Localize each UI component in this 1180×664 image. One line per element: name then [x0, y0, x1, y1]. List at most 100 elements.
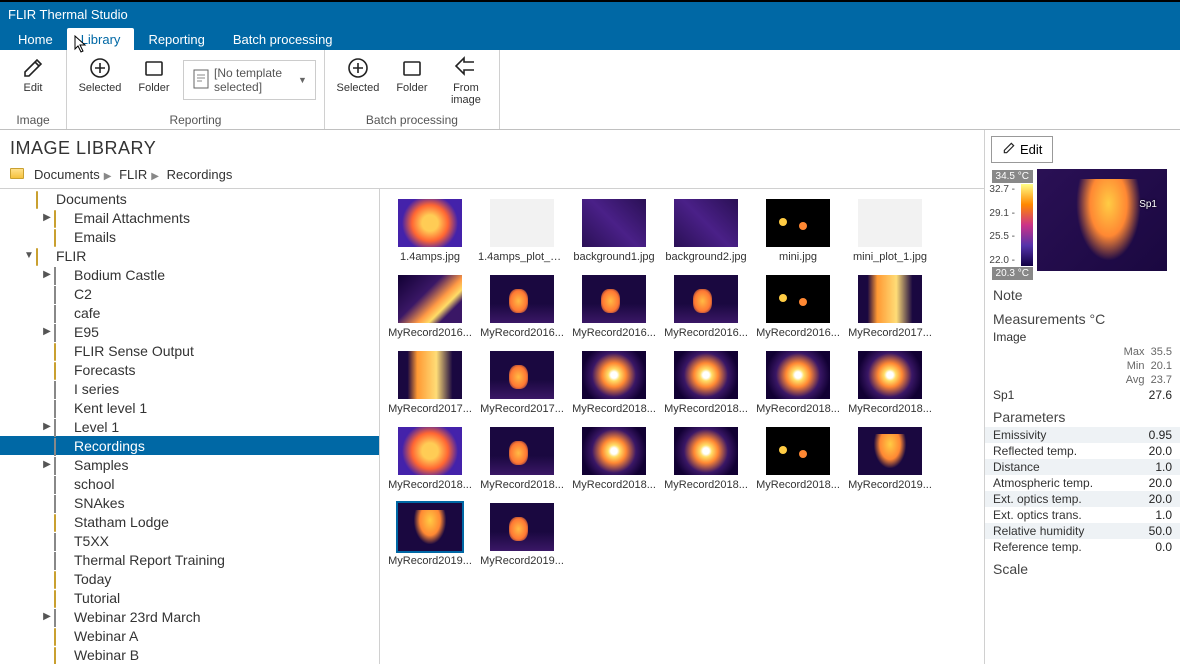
tree-item-label: SNAkes	[74, 495, 125, 511]
folder-icon	[54, 629, 70, 643]
thumbnail[interactable]: MyRecord2016...	[752, 275, 844, 339]
tree-item[interactable]: cafe	[0, 303, 379, 322]
thumbnail[interactable]: mini_plot_1.jpg	[844, 199, 936, 263]
thumbnail[interactable]: MyRecord2018...	[476, 427, 568, 491]
thumbnail[interactable]: MyRecord2016...	[476, 275, 568, 339]
tree-item[interactable]: school	[0, 474, 379, 493]
thumbnail-label: 1.4amps.jpg	[400, 251, 460, 263]
parameter-row: Reference temp.0.0	[985, 539, 1180, 555]
breadcrumb-segment[interactable]: FLIR	[119, 167, 147, 182]
thumbnail[interactable]: MyRecord2016...	[384, 275, 476, 339]
tree-item[interactable]: Kent level 1	[0, 398, 379, 417]
thumbnail[interactable]: MyRecord2018...	[660, 427, 752, 491]
template-selector[interactable]: [No template selected] ▼	[183, 60, 316, 100]
tab-home[interactable]: Home	[4, 28, 67, 50]
thermal-doc-icon	[54, 496, 70, 510]
parameter-value: 20.0	[1136, 476, 1172, 490]
tab-library[interactable]: Library	[67, 28, 135, 50]
tree-item[interactable]: Thermal Report Training	[0, 550, 379, 569]
thumbnail[interactable]: MyRecord2018...	[844, 351, 936, 415]
tree-item[interactable]: ▶Samples	[0, 455, 379, 474]
thumbnail-label: MyRecord2018...	[756, 479, 840, 491]
thumbnail-label: MyRecord2016...	[756, 327, 840, 339]
parameter-row: Reflected temp.20.0	[985, 443, 1180, 459]
thumbnail[interactable]: MyRecord2016...	[660, 275, 752, 339]
breadcrumb-separator: ▶	[151, 171, 159, 182]
expand-arrow-icon[interactable]: ▶	[40, 212, 54, 223]
tree-item[interactable]: ▼FLIR	[0, 246, 379, 265]
thumbnail[interactable]: MyRecord2017...	[476, 351, 568, 415]
folder-tree[interactable]: Documents▶Email AttachmentsEmails▼FLIR▶B…	[0, 189, 380, 664]
tab-reporting[interactable]: Reporting	[134, 28, 218, 50]
tree-item[interactable]: Tutorial	[0, 588, 379, 607]
thumbnail[interactable]: MyRecord2018...	[752, 351, 844, 415]
tree-item[interactable]: T5XX	[0, 531, 379, 550]
thumbnail[interactable]: MyRecord2017...	[844, 275, 936, 339]
parameter-value: 1.0	[1136, 508, 1172, 522]
tree-item[interactable]: SNAkes	[0, 493, 379, 512]
thumbnail-image	[490, 503, 554, 551]
thumbnail[interactable]: MyRecord2017...	[384, 351, 476, 415]
thumbnail[interactable]: background2.jpg	[660, 199, 752, 263]
thumbnail[interactable]: background1.jpg	[568, 199, 660, 263]
tree-item[interactable]: ▶Webinar 23rd March	[0, 607, 379, 626]
parameter-key: Relative humidity	[993, 524, 1084, 538]
thumbnail-image	[766, 199, 830, 247]
tree-item[interactable]: ▶E95	[0, 322, 379, 341]
thumbnail[interactable]: mini.jpg	[752, 199, 844, 263]
tree-item[interactable]: Statham Lodge	[0, 512, 379, 531]
thumbnail[interactable]: MyRecord2019...	[844, 427, 936, 491]
tree-item[interactable]: Recordings	[0, 436, 379, 455]
thumbnail[interactable]: 1.4amps_plot_1.jpg	[476, 199, 568, 263]
properties-panel: Edit 34.5 °C 32.7 -29.1 -25.5 -22.0 - 20…	[984, 130, 1180, 664]
tree-item[interactable]: Forecasts	[0, 360, 379, 379]
thumbnail[interactable]: MyRecord2018...	[568, 351, 660, 415]
tree-item[interactable]: C2	[0, 284, 379, 303]
tree-item[interactable]: FLIR Sense Output	[0, 341, 379, 360]
expand-arrow-icon[interactable]: ▶	[40, 611, 54, 622]
thumbnail[interactable]: MyRecord2019...	[476, 503, 568, 567]
thumbnail[interactable]: MyRecord2019...	[384, 503, 476, 567]
titlebar: FLIR Thermal Studio	[0, 0, 1180, 26]
batch-folder-button[interactable]: Folder	[387, 54, 437, 94]
tree-item[interactable]: Webinar A	[0, 626, 379, 645]
tree-item[interactable]: Webinar B	[0, 645, 379, 664]
thumbnail[interactable]: MyRecord2016...	[568, 275, 660, 339]
expand-arrow-icon[interactable]: ▼	[22, 250, 36, 261]
thumbnail[interactable]: 1.4amps.jpg	[384, 199, 476, 263]
thumbnail-label: MyRecord2017...	[848, 327, 932, 339]
palette-tick: 25.5 -	[989, 231, 1015, 242]
tree-item[interactable]: ▶Email Attachments	[0, 208, 379, 227]
thermal-doc-icon	[54, 439, 70, 453]
tree-item[interactable]: Documents	[0, 189, 379, 208]
thumbnail[interactable]: MyRecord2018...	[568, 427, 660, 491]
tree-item[interactable]: ▶Bodium Castle	[0, 265, 379, 284]
thumbnail-grid[interactable]: 1.4amps.jpg 1.4amps_plot_1.jpgbackground1…	[380, 189, 984, 664]
batch-selected-button[interactable]: Selected	[333, 54, 383, 94]
reporting-selected-button[interactable]: Selected	[75, 54, 125, 94]
ribbon-edit-button[interactable]: Edit	[8, 54, 58, 94]
breadcrumb-segment[interactable]: Recordings	[167, 167, 233, 182]
edit-button[interactable]: Edit	[991, 136, 1053, 163]
thumbnail[interactable]: MyRecord2018...	[384, 427, 476, 491]
expand-arrow-icon[interactable]: ▶	[40, 269, 54, 280]
thumbnail[interactable]: MyRecord2018...	[752, 427, 844, 491]
tree-item[interactable]: ▶Level 1	[0, 417, 379, 436]
thumbnail-image	[398, 427, 462, 475]
batch-from-image-button[interactable]: From image	[441, 54, 491, 106]
breadcrumb-segment[interactable]: Documents	[34, 167, 100, 182]
thumbnail[interactable]: MyRecord2018...	[660, 351, 752, 415]
expand-arrow-icon[interactable]: ▶	[40, 326, 54, 337]
thumbnail-image	[858, 427, 922, 475]
tree-item[interactable]: I series	[0, 379, 379, 398]
parameter-value: 50.0	[1136, 524, 1172, 538]
tab-batch[interactable]: Batch processing	[219, 28, 347, 50]
expand-arrow-icon[interactable]: ▶	[40, 421, 54, 432]
reporting-folder-button[interactable]: Folder	[129, 54, 179, 94]
tree-item-label: FLIR Sense Output	[74, 343, 194, 359]
expand-arrow-icon[interactable]: ▶	[40, 459, 54, 470]
plus-circle-icon	[344, 54, 372, 82]
tree-item[interactable]: Today	[0, 569, 379, 588]
thumbnail-image	[398, 275, 462, 323]
tree-item[interactable]: Emails	[0, 227, 379, 246]
